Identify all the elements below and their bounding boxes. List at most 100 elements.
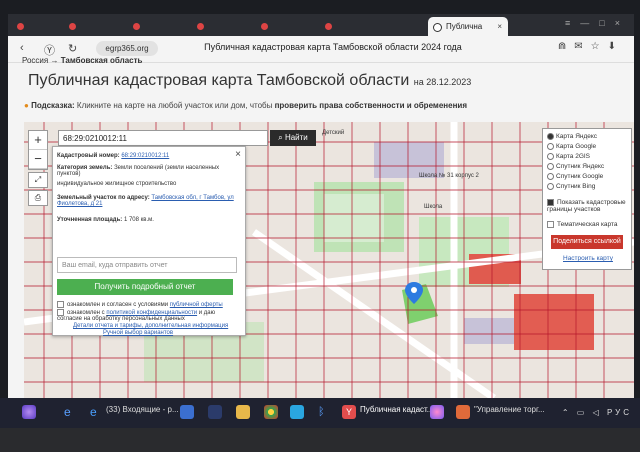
layer-option[interactable]: Карта 2GIS xyxy=(547,153,590,160)
cad-label: Кадастровый номер: xyxy=(57,153,120,159)
browser-window: Публична × ≡—□× ‹ Ⓨ ↻ egrp365.org Публичн… xyxy=(8,14,634,398)
tab-favicon-icon xyxy=(197,23,204,30)
toolbar-icons[interactable]: ⋒✉☆⬇ xyxy=(558,41,624,52)
map-label-school: Школа № 31 корпус 2 xyxy=(419,172,480,179)
cadastral-map[interactable]: Школа № 31 корпус 2 Школа Детский + − ⤢ … xyxy=(24,122,634,398)
radio-icon xyxy=(547,183,554,190)
page-title: Публичная кадастровая карта Тамбовской о… xyxy=(204,42,462,52)
cadastral-search-input[interactable]: 68:29:0210012:11 xyxy=(58,130,268,146)
close-icon[interactable]: × xyxy=(235,149,241,160)
radio-selected-icon xyxy=(547,133,554,140)
zoom-out-button[interactable]: − xyxy=(29,150,47,169)
hint-line: ● Подсказка: Кликните на карте на любой … xyxy=(24,101,467,110)
browser-tab[interactable] xyxy=(320,17,398,36)
layer-option[interactable]: Карта Яндекс xyxy=(547,133,597,140)
layer-label: Спутник Google xyxy=(556,173,604,181)
app-icon[interactable] xyxy=(430,405,444,419)
reload-icon[interactable]: ↻ xyxy=(68,42,77,55)
tab-favicon-icon xyxy=(325,23,332,30)
hint-text: Кликните на карте на любой участок или д… xyxy=(76,101,273,110)
tab-favicon-icon xyxy=(17,23,24,30)
app-icon[interactable] xyxy=(456,405,470,419)
app-icon[interactable] xyxy=(290,405,304,419)
map-layers-panel: Карта Яндекс Карта Google Карта 2GIS Спу… xyxy=(542,128,632,270)
ie-icon[interactable]: e xyxy=(90,405,104,419)
hint-strong: проверить права собственности и обремене… xyxy=(274,101,467,110)
manual-choice-link[interactable]: Ручной выбор вариантов xyxy=(103,330,173,336)
search-icon: ⌕ xyxy=(278,133,283,142)
configure-map-link[interactable]: Настроить карту xyxy=(563,255,613,262)
breadcrumb-arrow: → xyxy=(50,56,59,65)
agree1-text: ознакомлен и согласен с условиями xyxy=(67,302,169,309)
area-label: Уточненная площадь: xyxy=(57,217,123,223)
bluetooth-icon[interactable]: ᛒ xyxy=(318,405,332,419)
offer-checkbox[interactable] xyxy=(57,301,64,308)
language-indicator[interactable]: РУС xyxy=(607,408,632,417)
offer-link[interactable]: публичной оферты xyxy=(170,302,223,308)
layer-label: Спутник Bing xyxy=(556,183,596,191)
print-icon[interactable]: ⎙ xyxy=(28,190,48,206)
tab-favicon-icon xyxy=(433,23,442,32)
back-icon[interactable]: ‹ xyxy=(20,42,24,54)
layer-option[interactable]: Спутник Google xyxy=(547,173,603,180)
breadcrumb-current: Тамбовская область xyxy=(60,56,143,65)
browser-tab-active[interactable]: Публична × xyxy=(428,17,508,36)
layer-option[interactable]: Карта Google xyxy=(547,143,596,150)
layer-label: Спутник Яндекс xyxy=(556,163,605,171)
thematic-map-checkbox[interactable]: Тематическая карта xyxy=(547,221,618,228)
tab-favicon-icon xyxy=(261,23,268,30)
check2-label: Тематическая карта xyxy=(557,221,618,229)
windows-taskbar: e e (33) Входящие - р... ᛒ Y Публичная к… xyxy=(0,398,640,428)
cadastral-borders-checkbox[interactable]: Показать кадастровые границы участков xyxy=(547,199,627,213)
layer-option[interactable]: Спутник Яндекс xyxy=(547,163,604,170)
heading-title: Публичная кадастровая карта Тамбовской о… xyxy=(28,72,410,89)
taskbar-other-window[interactable]: "Управление торг... xyxy=(474,405,545,414)
checkbox-checked-icon xyxy=(547,199,554,206)
layer-label: Карта Google xyxy=(556,143,597,151)
taskbar-active-window[interactable]: Публичная кадаст... xyxy=(360,405,433,414)
taskbar-mail-window[interactable]: (33) Входящие - р... xyxy=(106,405,179,414)
system-tray[interactable]: ⌃ ▭ ◁ РУС xyxy=(562,408,632,417)
radio-icon xyxy=(547,163,554,170)
monitor-bezel xyxy=(0,428,640,452)
email-field[interactable]: Ваш email, куда отправить отчет xyxy=(57,257,237,273)
parcel-info-popup: × Кадастровый номер: 68:29:0210012:11 Ка… xyxy=(52,146,246,336)
use-value: индивидуальное жилищное строительство xyxy=(57,181,177,187)
breadcrumb: Россия → Тамбовская область xyxy=(22,56,142,65)
layer-option[interactable]: Спутник Bing xyxy=(547,183,595,190)
app-icon[interactable] xyxy=(208,405,222,419)
edge-icon[interactable]: e xyxy=(64,405,78,419)
zoom-in-button[interactable]: + xyxy=(29,131,47,150)
search-button[interactable]: ⌕ Найти xyxy=(270,130,316,146)
cad-value[interactable]: 68:29:0210012:11 xyxy=(121,153,169,159)
map-label-school2: Школа xyxy=(424,204,443,210)
yandex-browser-icon[interactable]: Y xyxy=(342,405,356,419)
app-icon[interactable] xyxy=(180,405,194,419)
breadcrumb-home[interactable]: Россия xyxy=(22,56,48,65)
checkbox-icon xyxy=(547,221,554,228)
layer-label: Карта 2GIS xyxy=(556,153,591,161)
search-button-label: Найти xyxy=(284,133,308,142)
radio-icon xyxy=(547,153,554,160)
hint-pin-icon: ● xyxy=(24,101,29,110)
get-report-button[interactable]: Получить подробный отчет xyxy=(57,279,233,295)
folder-icon[interactable] xyxy=(236,405,250,419)
tab-close-icon[interactable]: × xyxy=(497,17,502,36)
details-link[interactable]: Детали отчета и тарифы, дополнительная и… xyxy=(73,323,228,329)
radio-icon xyxy=(547,173,554,180)
tab-favicon-icon xyxy=(69,23,76,30)
zoom-control: + − xyxy=(28,130,48,170)
cortana-icon[interactable] xyxy=(22,405,36,419)
area-value: 1 708 кв.м. xyxy=(123,217,154,223)
measure-icon[interactable]: ⤢ xyxy=(28,172,48,188)
url-field[interactable]: egrp365.org xyxy=(96,41,158,56)
tab-label: Публична xyxy=(446,22,483,31)
privacy-checkbox[interactable] xyxy=(57,309,64,316)
page-heading: Публичная кадастровая карта Тамбовской о… xyxy=(28,72,471,90)
map-label-street: Детский xyxy=(322,129,344,136)
check1-label: Показать кадастровые границы участков xyxy=(547,199,626,214)
window-controls[interactable]: ≡—□× xyxy=(565,18,630,28)
tab-bar: Публична × ≡—□× xyxy=(8,14,634,36)
chrome-icon[interactable] xyxy=(264,405,278,419)
share-link-button[interactable]: Поделиться ссылкой xyxy=(551,235,623,249)
